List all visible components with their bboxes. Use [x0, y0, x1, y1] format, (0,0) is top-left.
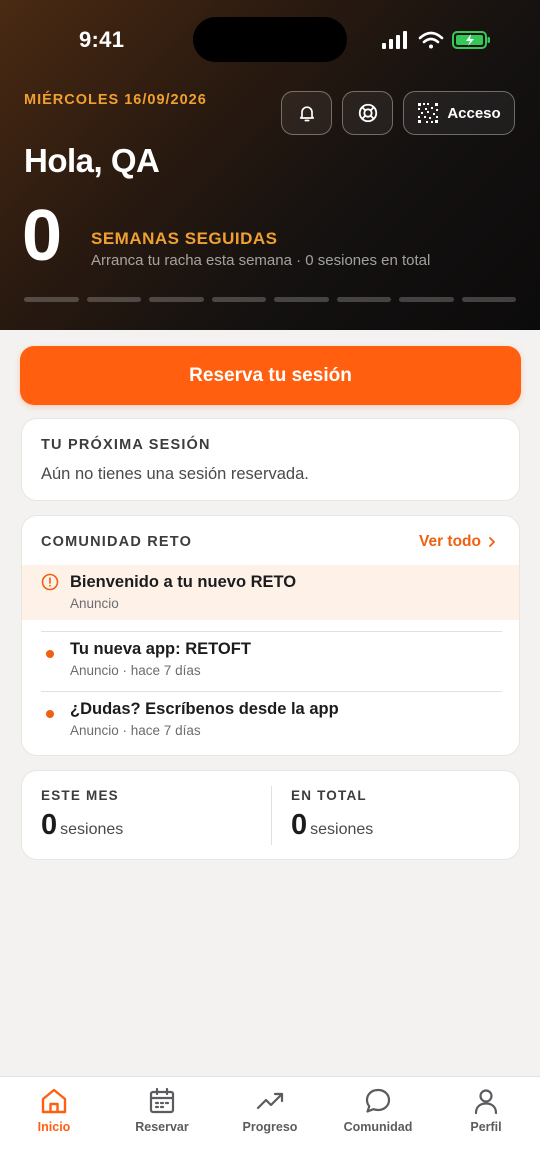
chat-bubble-icon: [365, 1088, 391, 1113]
stat-total-value: 0 sesiones: [291, 809, 373, 842]
bell-icon: [299, 106, 314, 122]
header-hero: 9:41 MIÉRCOLES 16/09/2026 Acceso Hola, Q…: [0, 0, 540, 330]
post-meta: Anuncio · hace 7 días: [70, 723, 201, 738]
home-icon: [41, 1088, 67, 1114]
streak-week-bar: [461, 297, 516, 302]
signal-icon: [382, 31, 407, 49]
user-icon: [474, 1089, 498, 1115]
tab-label: Reservar: [135, 1120, 189, 1134]
tab-label: Perfil: [470, 1120, 502, 1134]
post-meta: Anuncio · hace 7 días: [70, 663, 201, 678]
stat-month: ESTE MES 0 sesiones: [22, 771, 271, 861]
stat-total-unit: sesiones: [310, 821, 374, 838]
unread-dot: [46, 710, 54, 718]
access-label: Acceso: [447, 104, 501, 122]
access-button[interactable]: Acceso: [403, 91, 515, 135]
post-title: Tu nueva app: RETOFT: [70, 640, 251, 658]
community-post[interactable]: ¿Dudas? Escríbenos desde la app Anuncio …: [22, 692, 519, 752]
unread-dot: [46, 650, 54, 658]
streak-week-bar: [149, 297, 204, 302]
alert-circle-icon: [41, 573, 59, 591]
notifications-button[interactable]: [281, 91, 332, 135]
tab-comunidad[interactable]: Comunidad: [324, 1077, 432, 1147]
streak-week-bar: [86, 297, 141, 302]
stat-month-unit: sesiones: [60, 821, 124, 838]
stat-total-label: EN TOTAL: [291, 788, 367, 803]
community-label: COMUNIDAD RETO: [41, 534, 193, 550]
streak-label: SEMANAS SEGUIDAS: [91, 229, 278, 248]
greeting: Hola, QA: [24, 142, 160, 179]
stat-total: EN TOTAL 0 sesiones: [272, 771, 521, 861]
next-session-text: Aún no tienes una sesión reservada.: [41, 465, 309, 483]
battery-icon: [452, 31, 490, 49]
wifi-icon: [418, 31, 444, 49]
qr-code-icon: [418, 103, 439, 123]
see-all-label: Ver todo: [418, 533, 481, 550]
stat-month-label: ESTE MES: [41, 788, 119, 803]
see-all-link[interactable]: Ver todo: [419, 533, 497, 551]
streak-count: 0: [22, 196, 63, 276]
dynamic-island: [193, 17, 347, 62]
status-icons: [382, 31, 490, 49]
calendar-icon: [149, 1087, 175, 1114]
community-post[interactable]: Bienvenido a tu nuevo RETO Anuncio: [22, 565, 519, 620]
streak-week-bar: [399, 297, 454, 302]
book-session-button[interactable]: Reserva tu sesión: [20, 346, 521, 405]
post-meta: Anuncio: [70, 596, 119, 611]
stats-card: ESTE MES 0 sesiones EN TOTAL 0 sesiones: [21, 770, 520, 860]
tab-inicio[interactable]: Inicio: [0, 1077, 108, 1147]
streak-week-bars: [24, 297, 516, 303]
status-time: 9:41: [79, 27, 125, 52]
next-session-card: TU PRÓXIMA SESIÓN Aún no tienes una sesi…: [21, 418, 520, 501]
next-session-label: TU PRÓXIMA SESIÓN: [41, 437, 211, 453]
streak-week-bar: [24, 297, 79, 302]
chevron-right-icon: [489, 537, 495, 547]
tab-reservar[interactable]: Reservar: [108, 1077, 216, 1147]
streak-subtitle: Arranca tu racha esta semana · 0 sesione…: [91, 252, 431, 269]
stat-month-value: 0 sesiones: [41, 809, 123, 842]
tab-progreso[interactable]: Progreso: [216, 1077, 324, 1147]
tab-bar: Inicio Reservar Progreso Comunidad Perfi…: [0, 1076, 540, 1174]
community-card: COMUNIDAD RETO Ver todo Bienvenido a tu …: [21, 515, 520, 756]
tab-label: Progreso: [242, 1120, 298, 1134]
tab-label: Comunidad: [343, 1120, 413, 1134]
streak-week-bar: [274, 297, 329, 302]
stat-month-number: 0: [41, 809, 58, 841]
current-date: MIÉRCOLES 16/09/2026: [24, 92, 207, 108]
post-title: ¿Dudas? Escríbenos desde la app: [70, 700, 339, 718]
tab-label: Inicio: [37, 1120, 71, 1134]
post-title: Bienvenido a tu nuevo RETO: [70, 573, 297, 591]
lifebuoy-icon: [358, 103, 377, 123]
streak-week-bar: [336, 297, 391, 302]
tab-perfil[interactable]: Perfil: [432, 1077, 540, 1147]
trending-up-icon: [256, 1092, 284, 1110]
community-post[interactable]: Tu nueva app: RETOFT Anuncio · hace 7 dí…: [22, 632, 519, 692]
help-button[interactable]: [342, 91, 393, 135]
stat-total-number: 0: [291, 809, 308, 841]
status-bar: 9:41: [0, 0, 540, 80]
streak-week-bar: [211, 297, 266, 302]
